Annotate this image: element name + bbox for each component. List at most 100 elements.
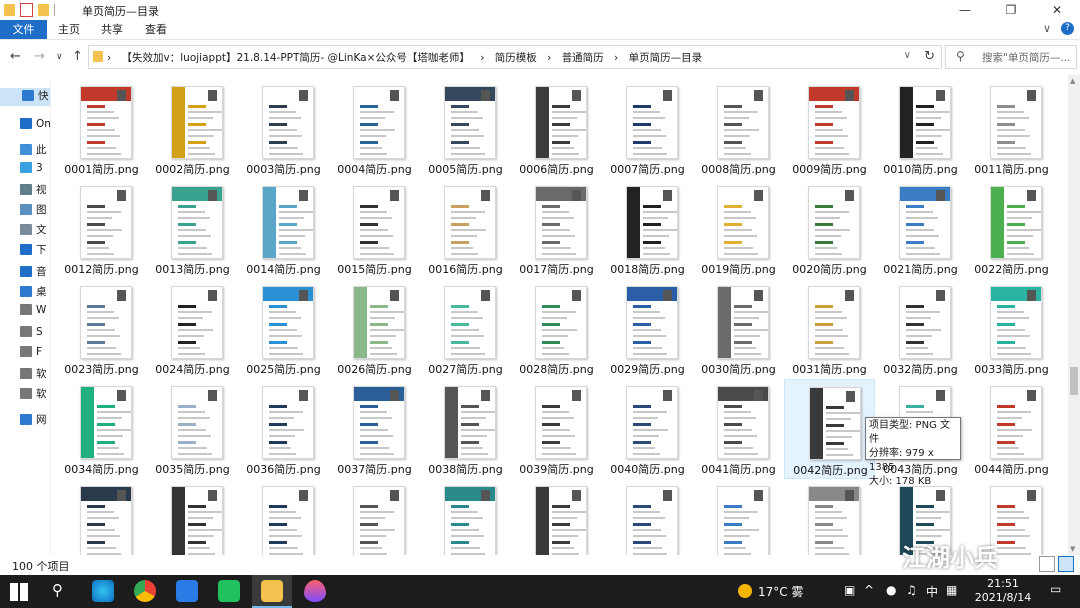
file-item[interactable] (602, 479, 693, 555)
vertical-scrollbar[interactable]: ▲ ▼ (1068, 75, 1080, 555)
weather[interactable]: 17°C 雾 (738, 583, 803, 600)
file-item[interactable]: 0002简历.png (147, 79, 238, 179)
back-button[interactable]: ← (10, 49, 21, 64)
sidebar-item[interactable]: 网 (20, 412, 50, 430)
file-item[interactable]: 0004简历.png (329, 79, 420, 179)
file-item[interactable] (329, 479, 420, 555)
file-item[interactable] (238, 479, 329, 555)
file-item[interactable]: 0006简历.png (511, 79, 602, 179)
file-item[interactable]: 0023简历.png (56, 279, 147, 379)
file-item[interactable]: 0032简历.png (875, 279, 966, 379)
sidebar-item[interactable]: 3 (20, 162, 50, 180)
file-item[interactable]: 0037简历.png (329, 379, 420, 479)
start-icon[interactable] (10, 583, 28, 601)
app-icon[interactable] (304, 580, 326, 602)
search-box[interactable]: ⚲ 搜索"单页简历—... (945, 45, 1077, 69)
breadcrumb-item[interactable]: 【失效加v：luojiappt】21.8.14-PPT简历- @LinKa×公众… (122, 52, 470, 64)
file-item[interactable]: 0019简历.png (693, 179, 784, 279)
file-item[interactable]: 0039简历.png (511, 379, 602, 479)
tab-file[interactable]: 文件 (0, 20, 47, 39)
properties-icon[interactable] (20, 3, 33, 17)
file-item[interactable]: 0010简历.png (875, 79, 966, 179)
file-item[interactable] (420, 479, 511, 555)
file-item[interactable]: 0011简历.png (966, 79, 1057, 179)
address-dropdown-icon[interactable]: ∨ (904, 50, 911, 61)
input-method-options-icon[interactable]: ▦ (946, 583, 957, 597)
file-item[interactable]: 0022简历.png (966, 179, 1057, 279)
new-folder-icon[interactable] (38, 4, 49, 16)
file-item[interactable] (693, 479, 784, 555)
large-icons-view-button[interactable] (1058, 556, 1074, 572)
sidebar-item[interactable]: 桌 (20, 284, 50, 302)
file-item[interactable]: 0030简历.png (693, 279, 784, 379)
file-item[interactable]: 0021简历.png (875, 179, 966, 279)
file-item[interactable] (56, 479, 147, 555)
chrome-icon[interactable] (134, 580, 156, 602)
close-button[interactable]: ✕ (1034, 0, 1080, 20)
file-item[interactable]: 0003简历.png (238, 79, 329, 179)
baidu-netdisk-icon[interactable] (176, 580, 198, 602)
file-item[interactable]: 0020简历.png (784, 179, 875, 279)
file-item[interactable] (511, 479, 602, 555)
file-item[interactable]: 0024简历.png (147, 279, 238, 379)
file-item[interactable]: 0027简历.png (420, 279, 511, 379)
scroll-down-icon[interactable]: ▼ (1070, 545, 1075, 553)
file-item[interactable]: 0007简历.png (602, 79, 693, 179)
sidebar-item[interactable]: 下 (20, 242, 50, 260)
sidebar-item[interactable]: 视 (20, 182, 50, 200)
sidebar-item[interactable]: On (20, 118, 50, 136)
file-item[interactable]: 0036简历.png (238, 379, 329, 479)
file-item[interactable]: 0033简历.png (966, 279, 1057, 379)
file-item[interactable]: 0040简历.png (602, 379, 693, 479)
file-item[interactable]: 0044简历.png (966, 379, 1057, 479)
search-icon[interactable]: ⚲ (52, 581, 63, 599)
maximize-button[interactable]: ❐ (988, 0, 1034, 20)
clock[interactable]: 21:51 2021/8/14 (968, 577, 1038, 605)
tab-view[interactable]: 查看 (145, 20, 167, 39)
sidebar-item[interactable]: W (20, 304, 50, 322)
file-item[interactable]: 0009简历.png (784, 79, 875, 179)
file-item[interactable] (147, 479, 238, 555)
tab-home[interactable]: 主页 (58, 20, 80, 39)
tab-share[interactable]: 共享 (101, 20, 123, 39)
input-method[interactable]: 中 (926, 583, 938, 600)
sidebar-item[interactable]: 软 (20, 366, 50, 384)
file-item[interactable]: 0001简历.png (56, 79, 147, 179)
breadcrumb-item[interactable]: 单页简历—目录 (629, 52, 703, 64)
file-item[interactable]: 0016简历.png (420, 179, 511, 279)
file-item[interactable]: 0026简历.png (329, 279, 420, 379)
details-view-button[interactable] (1039, 556, 1055, 572)
breadcrumb-item[interactable]: 简历模板 (495, 52, 537, 64)
edge-icon[interactable] (92, 580, 114, 602)
minimize-button[interactable]: — (942, 0, 988, 20)
file-item[interactable] (784, 479, 875, 555)
sidebar-item[interactable]: F (20, 346, 50, 364)
recent-locations-button[interactable]: ∨ (56, 52, 63, 62)
file-item[interactable]: 0012简历.png (56, 179, 147, 279)
file-item[interactable]: 0018简历.png (602, 179, 693, 279)
file-item[interactable]: 0014简历.png (238, 179, 329, 279)
sidebar-item[interactable]: S (20, 326, 50, 344)
file-item[interactable]: 0028简历.png (511, 279, 602, 379)
breadcrumb-item[interactable]: 普通简历 (562, 52, 604, 64)
sidebar-item[interactable]: 音 (20, 264, 50, 282)
address-bar[interactable]: › 【失效加v：luojiappt】21.8.14-PPT简历- @LinKa×… (88, 45, 942, 69)
refresh-icon[interactable]: ↻ (924, 49, 935, 64)
sidebar-item[interactable]: 此 (20, 142, 50, 160)
sidebar-item[interactable]: 图 (20, 202, 50, 220)
network-icon[interactable]: ● (886, 583, 896, 597)
file-item[interactable]: 0029简历.png (602, 279, 693, 379)
file-item[interactable]: 0041简历.png (693, 379, 784, 479)
notification-icon[interactable]: ▭ (1050, 582, 1061, 596)
scroll-up-icon[interactable]: ▲ (1070, 77, 1075, 85)
file-item[interactable]: 0025简历.png (238, 279, 329, 379)
file-item[interactable]: 0005简历.png (420, 79, 511, 179)
file-item[interactable]: 0034简历.png (56, 379, 147, 479)
tray-overflow-icon[interactable]: ^ (864, 583, 874, 597)
sidebar-item[interactable]: 快 (0, 88, 50, 106)
sidebar-item[interactable]: 软 (20, 386, 50, 404)
up-button[interactable]: ↑ (72, 49, 83, 64)
file-item[interactable]: 0042简历.png (784, 379, 875, 479)
file-item[interactable]: 0038简历.png (420, 379, 511, 479)
scrollbar-thumb[interactable] (1070, 367, 1078, 395)
